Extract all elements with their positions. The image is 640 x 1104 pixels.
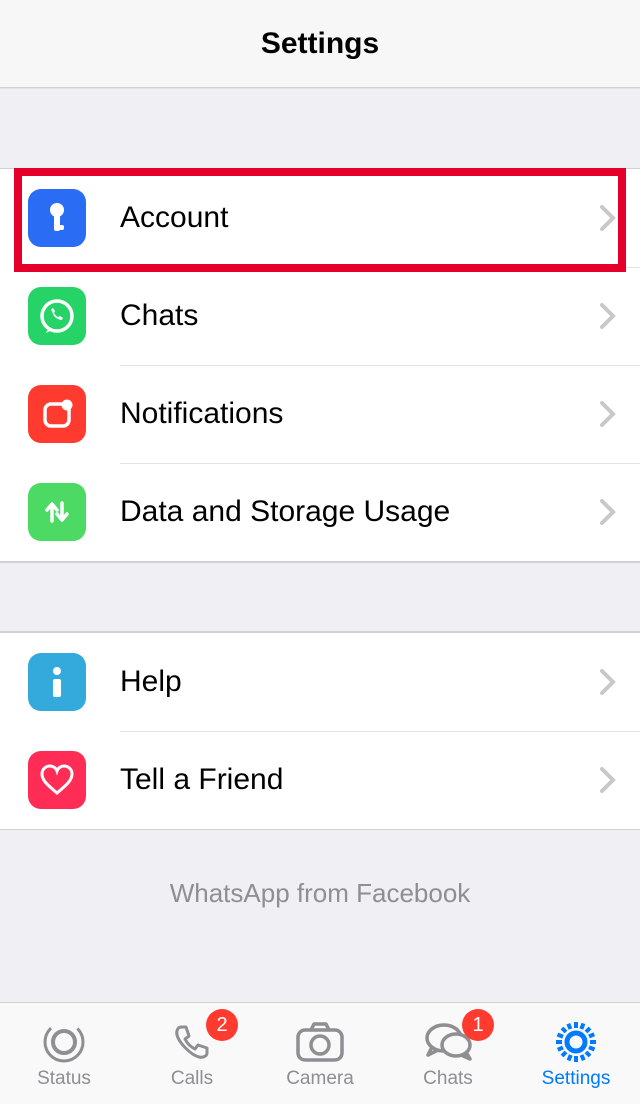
section-gap <box>0 98 640 168</box>
tab-label: Camera <box>286 1068 354 1090</box>
chevron-right-icon <box>600 499 616 525</box>
heart-icon <box>28 751 86 809</box>
data-storage-row[interactable]: Data and Storage Usage <box>0 463 640 561</box>
badge: 2 <box>206 1009 238 1041</box>
key-icon <box>28 189 86 247</box>
whatsapp-icon <box>28 287 86 345</box>
help-row[interactable]: Help <box>0 633 640 731</box>
row-label: Chats <box>120 299 600 333</box>
chevron-right-icon <box>600 767 616 793</box>
tab-settings[interactable]: Settings <box>512 1003 640 1104</box>
chevron-right-icon <box>600 303 616 329</box>
tab-calls[interactable]: Calls 2 <box>128 1003 256 1104</box>
row-label: Tell a Friend <box>120 763 600 797</box>
chevron-right-icon <box>600 205 616 231</box>
footer-attribution: WhatsApp from Facebook <box>0 830 640 969</box>
chats-row[interactable]: Chats <box>0 267 640 365</box>
section-gap <box>0 562 640 632</box>
row-label: Data and Storage Usage <box>120 495 600 529</box>
info-icon <box>28 653 86 711</box>
tab-bar: Status Calls 2 Camera Chats 1 <box>0 1002 640 1104</box>
status-icon <box>41 1018 87 1066</box>
row-label: Account <box>120 201 600 235</box>
section-gap <box>0 88 640 98</box>
settings-group-secondary: Help Tell a Friend <box>0 632 640 830</box>
camera-icon <box>294 1018 346 1066</box>
settings-group-main: Account Chats Notifications Data and S <box>0 168 640 562</box>
tab-status[interactable]: Status <box>0 1003 128 1104</box>
notifications-row[interactable]: Notifications <box>0 365 640 463</box>
tab-chats[interactable]: Chats 1 <box>384 1003 512 1104</box>
badge: 1 <box>462 1009 494 1041</box>
notification-icon <box>28 385 86 443</box>
tab-label: Chats <box>423 1068 473 1090</box>
tell-friend-row[interactable]: Tell a Friend <box>0 731 640 829</box>
tab-label: Settings <box>542 1068 611 1090</box>
settings-icon <box>553 1018 599 1066</box>
row-label: Notifications <box>120 397 600 431</box>
chevron-right-icon <box>600 401 616 427</box>
row-label: Help <box>120 665 600 699</box>
updown-icon <box>28 483 86 541</box>
header: Settings <box>0 0 640 88</box>
tab-label: Status <box>37 1068 91 1090</box>
tab-camera[interactable]: Camera <box>256 1003 384 1104</box>
account-row[interactable]: Account <box>0 169 640 267</box>
page-title: Settings <box>261 27 379 61</box>
chevron-right-icon <box>600 669 616 695</box>
tab-label: Calls <box>171 1068 213 1090</box>
